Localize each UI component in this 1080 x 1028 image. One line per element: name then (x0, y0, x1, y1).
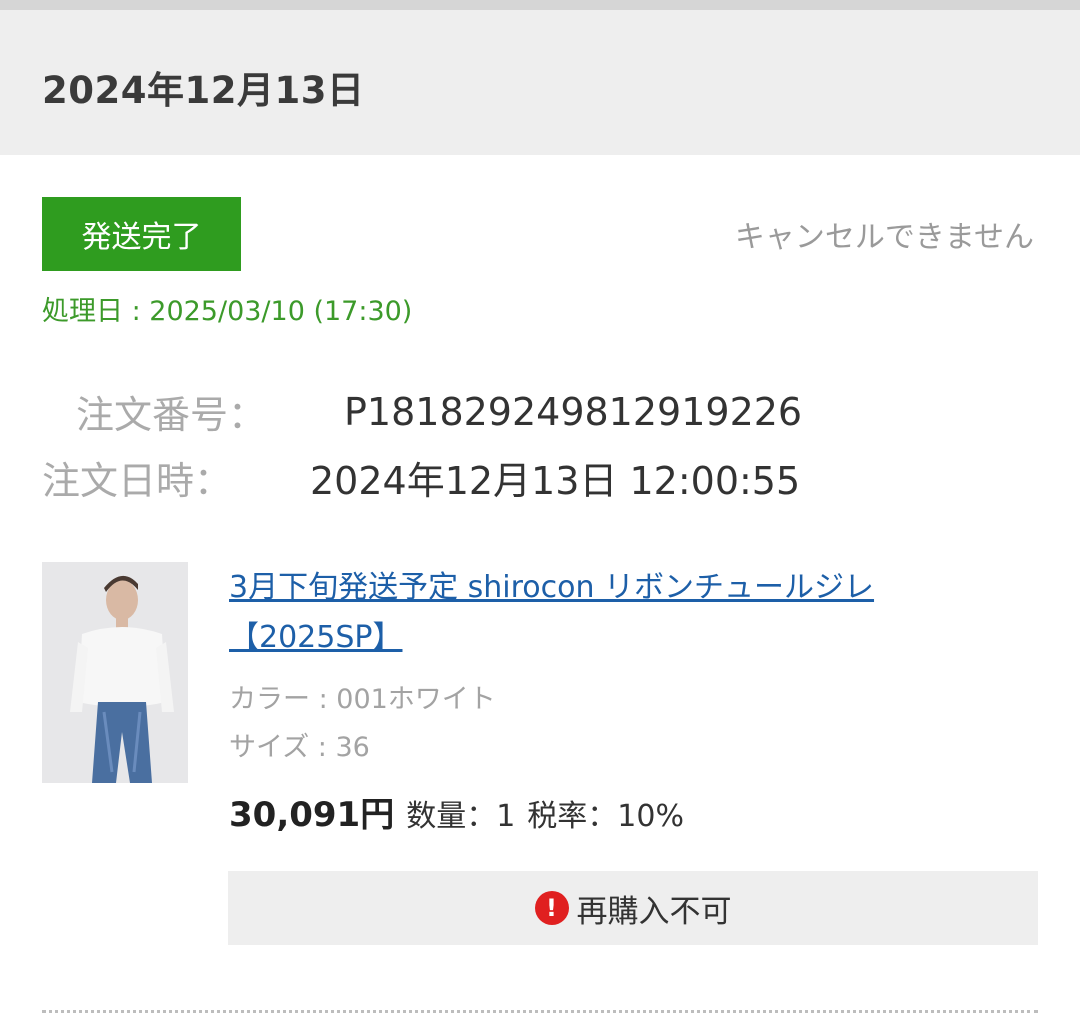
section-divider (42, 1010, 1038, 1013)
order-datetime-label: 注文日時： (42, 459, 233, 503)
product-quantity: 数量：1 (406, 799, 516, 834)
product-price: 30,091円 (229, 795, 395, 835)
status-badge: 発送完了 (42, 197, 241, 271)
order-number-row: 注文番号： P181829249812919226 (42, 384, 802, 439)
top-border (0, 0, 1080, 10)
order-date-header: 2024年12月13日 (0, 10, 1080, 155)
order-number-label: 注文番号： (76, 393, 267, 437)
product-title-line2[interactable]: 【2025SP】 (229, 613, 969, 663)
order-datetime-value: 2024年12月13日 12:00:55 (310, 459, 801, 503)
product-title-link[interactable]: 3月下旬発送予定 shirocon リボンチュールジレ 【2025SP】 (229, 563, 969, 663)
product-size: サイズ : 36 (229, 732, 370, 763)
product-photo-illustration (42, 562, 188, 783)
processed-date: 処理日 : 2025/03/10 (17:30) (42, 296, 413, 327)
rebuy-status-label: 再購入不可 (576, 893, 732, 930)
order-date-heading: 2024年12月13日 (42, 69, 365, 112)
product-color: カラー : 001ホワイト (229, 684, 496, 715)
price-line: 30,091円 数量：1 税率：10% (229, 787, 684, 836)
cancel-note: キャンセルできません (734, 220, 1034, 255)
product-title-line1[interactable]: 3月下旬発送予定 shirocon リボンチュールジレ (229, 563, 969, 613)
product-tax-rate: 税率：10% (527, 799, 684, 834)
order-number-value: P181829249812919226 (344, 389, 803, 434)
product-image[interactable] (42, 562, 188, 783)
rebuy-unavailable-box: ! 再購入不可 (228, 871, 1038, 945)
order-datetime-row: 注文日時： 2024年12月13日 12:00:55 (42, 450, 800, 505)
alert-icon: ! (534, 891, 569, 925)
